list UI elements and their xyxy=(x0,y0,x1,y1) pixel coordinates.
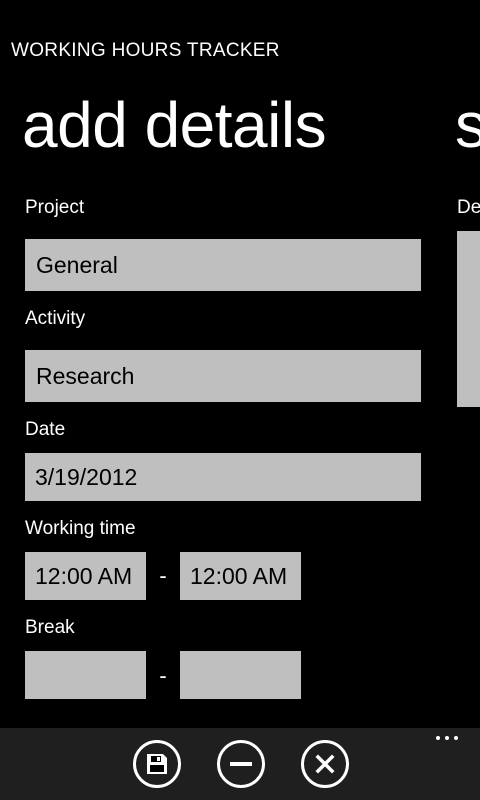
break-separator: - xyxy=(159,663,167,688)
next-pivot-title[interactable]: s xyxy=(455,82,480,168)
save-button[interactable] xyxy=(133,740,181,788)
project-label: Project xyxy=(25,197,85,218)
remove-button[interactable] xyxy=(217,740,265,788)
app-bar xyxy=(0,728,480,800)
date-label: Date xyxy=(25,419,66,440)
ellipsis-icon xyxy=(445,736,449,740)
break-label: Break xyxy=(25,617,75,638)
page-title: add details xyxy=(22,89,327,161)
ellipsis-icon xyxy=(454,736,458,740)
ellipsis-icon xyxy=(436,736,440,740)
date-field[interactable]: 3/19/2012 xyxy=(25,453,421,501)
save-icon xyxy=(147,754,167,774)
minus-icon xyxy=(230,762,252,766)
working-time-end-field[interactable]: 12:00 AM xyxy=(180,552,301,600)
activity-field[interactable]: Research xyxy=(25,350,421,402)
activity-label: Activity xyxy=(25,308,86,329)
more-options-button[interactable] xyxy=(436,736,458,740)
close-icon xyxy=(315,754,335,774)
break-end-field[interactable] xyxy=(180,651,301,699)
app-title: WORKING HOURS TRACKER xyxy=(11,40,280,61)
break-start-field[interactable] xyxy=(25,651,146,699)
next-pivot-textbox[interactable] xyxy=(457,231,480,407)
working-time-separator: - xyxy=(159,563,167,588)
working-time-start-field[interactable]: 12:00 AM xyxy=(25,552,146,600)
next-pivot-label: De xyxy=(457,197,480,218)
project-field[interactable]: General xyxy=(25,239,421,291)
cancel-button[interactable] xyxy=(301,740,349,788)
working-time-label: Working time xyxy=(25,518,136,539)
